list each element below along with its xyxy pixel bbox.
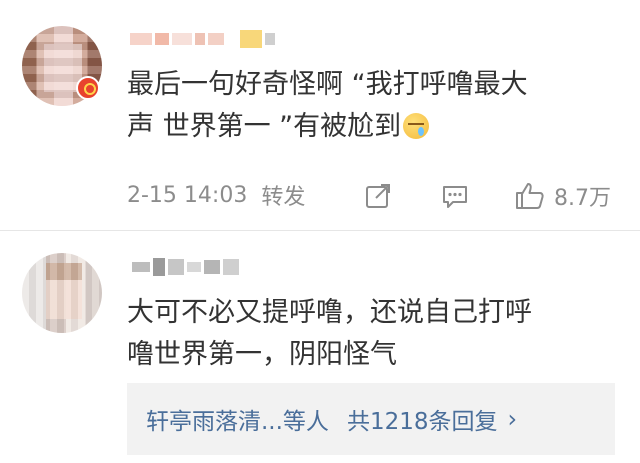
sweat-face-emoji-icon: [403, 113, 430, 139]
like-button[interactable]: 8.7万: [514, 180, 611, 212]
comment-text-line: 声 世界第一 ”有被尬到: [127, 111, 402, 142]
username-blurred[interactable]: [132, 258, 239, 276]
comment-text-line: 大可不必又提呼噜，还说自己打呼: [127, 297, 532, 328]
like-count: 8.7万: [554, 186, 611, 211]
avatar[interactable]: [22, 253, 102, 333]
reply-button[interactable]: [441, 182, 469, 210]
comment-divider: [0, 230, 640, 231]
comment-thread: 最后一句好奇怪啊 “我打呼噜最大声 世界第一 ”有被尬到 2-15 14:03 …: [0, 0, 640, 463]
comment-text-line: 最后一句好奇怪啊 “我打呼噜最大: [127, 69, 528, 100]
comment-text: 大可不必又提呼噜，还说自己打呼 噜世界第一，阴阳怪气: [127, 292, 617, 376]
comment-text-line: 噜世界第一，阴阳怪气: [127, 339, 397, 370]
verified-badge-icon: [76, 76, 100, 100]
share-button[interactable]: [364, 182, 392, 210]
avatar-mosaic: [22, 253, 102, 333]
reply-count: 共1218条回复: [346, 409, 498, 435]
username-blurred[interactable]: [130, 30, 275, 48]
comment-icon: [443, 186, 467, 208]
thumbs-up-icon: [516, 183, 544, 209]
share-icon: [366, 184, 390, 208]
timestamp: 2-15 14:03: [127, 182, 248, 208]
comment-meta: 2-15 14:03 转发 8.7万: [127, 178, 627, 212]
chevron-right-icon: ›: [507, 405, 518, 433]
reply-authors: 轩亭雨落清...等人: [146, 409, 329, 435]
replies-summary-button[interactable]: 轩亭雨落清...等人 共1218条回复 ›: [127, 383, 615, 455]
repost-link[interactable]: 转发: [261, 179, 305, 211]
comment-text: 最后一句好奇怪啊 “我打呼噜最大声 世界第一 ”有被尬到: [127, 64, 617, 148]
